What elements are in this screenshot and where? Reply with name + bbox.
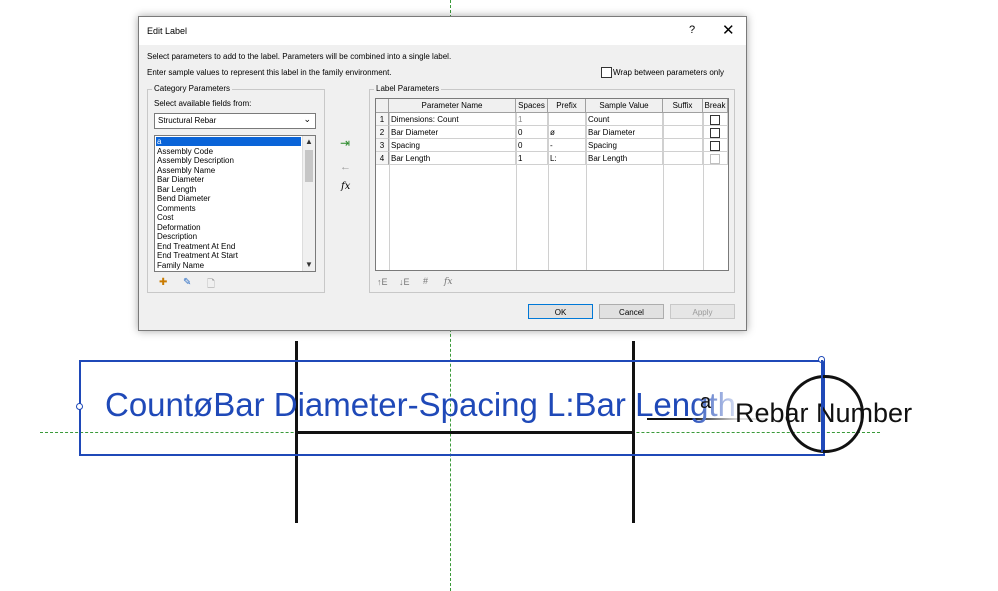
apply-button[interactable]: Apply [670, 304, 735, 319]
spaces-cell[interactable]: 0 [516, 126, 548, 139]
prefix-cell[interactable]: L: [548, 152, 586, 165]
cancel-button[interactable]: Cancel [599, 304, 664, 319]
label-preview-text[interactable]: CountøBar Diameter-Spacing L:Bar Length [105, 386, 736, 424]
suffix-cell[interactable] [663, 126, 703, 139]
row-number[interactable]: 1 [376, 113, 389, 126]
list-item[interactable]: Assembly Code [157, 147, 213, 156]
list-item[interactable]: Bend Diameter [157, 194, 210, 203]
column-header[interactable]: Spaces [516, 99, 548, 113]
list-item[interactable]: Description [157, 232, 197, 241]
scroll-thumb[interactable] [305, 150, 313, 182]
list-item[interactable]: End Treatment At End [157, 242, 235, 251]
spaces-cell[interactable]: 0 [516, 139, 548, 152]
rebar-number-text: Rebar Number [735, 398, 913, 428]
column-header[interactable]: Parameter Name [389, 99, 516, 113]
column-header[interactable]: Suffix [663, 99, 703, 113]
sample-value-cell[interactable]: Bar Length [586, 152, 663, 165]
edit-formula-icon[interactable]: fx [444, 277, 452, 287]
parameter-name-cell[interactable]: Bar Diameter [389, 126, 516, 139]
list-item[interactable]: Assembly Name [157, 166, 215, 175]
scroll-down-icon[interactable]: ▼ [305, 260, 313, 269]
sample-value-cell[interactable]: Bar Diameter [586, 126, 663, 139]
parameter-name-cell[interactable]: Spacing [389, 139, 516, 152]
label-parameters-title: Label Parameters [374, 84, 442, 93]
header-corner [376, 99, 389, 113]
label-parameters-table[interactable]: Parameter Name Spaces Prefix Sample Valu… [375, 98, 729, 271]
suffix-cell[interactable] [663, 152, 703, 165]
row-number[interactable]: 3 [376, 139, 389, 152]
suffix-cell[interactable] [663, 139, 703, 152]
list-item[interactable]: a [156, 137, 301, 146]
sample-value-cell[interactable]: Spacing [586, 139, 663, 152]
scroll-up-icon[interactable]: ▲ [305, 137, 313, 146]
ok-button[interactable]: OK [528, 304, 593, 319]
column-header[interactable]: Break [703, 99, 728, 113]
parameter-name-cell[interactable]: Dimensions: Count [389, 113, 516, 126]
edit-label-dialog: Edit Label ? ✕ Select parameters to add … [138, 16, 747, 331]
spaces-cell[interactable]: 1 [516, 152, 548, 165]
list-item[interactable]: Family Name [157, 261, 204, 270]
dialog-title: Edit Label [147, 26, 188, 36]
close-icon[interactable]: ✕ [722, 21, 735, 39]
list-item[interactable]: Assembly Description [157, 156, 234, 165]
parameter-name-cell[interactable]: Bar Length [389, 152, 516, 165]
new-parameter-icon[interactable]: ✚ [159, 277, 167, 288]
spaces-cell[interactable]: 1 [516, 113, 548, 126]
wrap-checkbox-label: Wrap between parameters only [613, 68, 725, 77]
help-button[interactable]: ? [689, 24, 695, 36]
number-format-icon[interactable]: # [423, 276, 428, 286]
prefix-cell[interactable]: - [548, 139, 586, 152]
dialog-titlebar: Edit Label ? ✕ [139, 17, 746, 45]
wrap-checkbox[interactable] [601, 67, 612, 78]
available-fields-list[interactable]: a Assembly Code Assembly Description Ass… [154, 135, 316, 272]
move-down-icon[interactable]: ↓E [399, 277, 410, 287]
chevron-down-icon: ⌄ [303, 114, 311, 124]
column-header[interactable]: Sample Value [586, 99, 663, 113]
label-grip-left[interactable] [76, 403, 83, 410]
sample-value-cell[interactable]: Count [586, 113, 663, 126]
row-number[interactable]: 4 [376, 152, 389, 165]
formula-icon[interactable]: fx [341, 181, 350, 192]
column-header[interactable]: Prefix [548, 99, 586, 113]
add-parameter-icon[interactable]: ⇥ [340, 136, 350, 150]
list-item[interactable]: Bar Diameter [157, 175, 204, 184]
prefix-cell[interactable] [548, 113, 586, 126]
suffix-cell[interactable] [663, 113, 703, 126]
break-checkbox[interactable] [710, 141, 720, 151]
instructions-line-1: Select parameters to add to the label. P… [147, 52, 452, 61]
category-dropdown-value: Structural Rebar [158, 116, 217, 125]
prefix-cell[interactable]: ø [548, 126, 586, 139]
fields-scrollbar[interactable]: ▲ ▼ [302, 136, 315, 271]
list-item[interactable]: Comments [157, 204, 196, 213]
list-item[interactable]: Cost [157, 213, 173, 222]
row-number[interactable]: 2 [376, 126, 389, 139]
label-sample-a: a [700, 391, 712, 413]
instructions-line-2: Enter sample values to represent this la… [147, 68, 392, 77]
list-item[interactable]: Bar Length [157, 185, 196, 194]
label-box-edge [821, 360, 823, 452]
category-parameters-title: Category Parameters [152, 84, 233, 93]
select-fields-label: Select available fields from: [154, 99, 252, 108]
delete-parameter-icon[interactable]: 🗋 [207, 277, 215, 294]
list-item[interactable]: End Treatment At Start [157, 251, 238, 260]
category-dropdown[interactable]: Structural Rebar ⌄ [154, 113, 316, 129]
remove-parameter-icon[interactable]: ← [340, 161, 351, 173]
edit-parameter-icon[interactable]: ✎ [183, 277, 191, 288]
move-up-icon[interactable]: ↑E [377, 277, 388, 287]
break-checkbox[interactable] [710, 115, 720, 125]
break-checkbox-disabled [710, 154, 720, 164]
break-checkbox[interactable] [710, 128, 720, 138]
list-item[interactable]: Deformation [157, 223, 201, 232]
